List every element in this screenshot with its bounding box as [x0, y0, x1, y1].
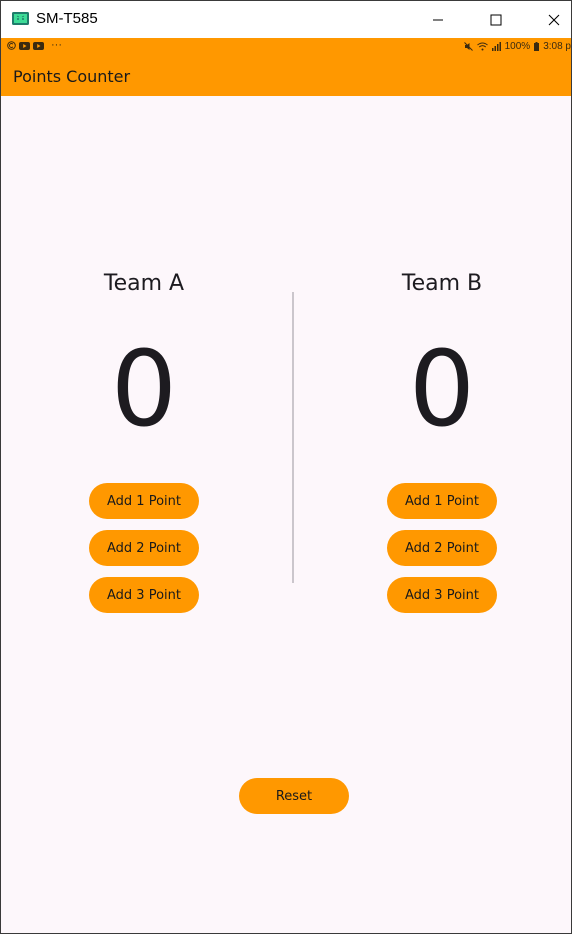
youtube-icon — [33, 41, 44, 50]
maximize-icon — [490, 14, 502, 25]
team-b-name: Team B — [401, 271, 483, 296]
team-a-add-3-button[interactable]: Add 3 Point — [89, 577, 199, 613]
clock: 3:08 p — [543, 41, 571, 52]
maximize-button[interactable] — [473, 1, 519, 38]
app-title: Points Counter — [13, 67, 131, 86]
close-button[interactable] — [531, 1, 572, 38]
team-a-column: Team A 0 Add 1 Point Add 2 Point Add 3 P… — [44, 269, 244, 613]
mute-icon — [463, 42, 473, 51]
emulator-window: SM-T585 ··· 100% 3:08 p Points Counter T… — [0, 0, 572, 934]
team-a-buttons: Add 1 Point Add 2 Point Add 3 Point — [44, 483, 244, 613]
notification-icons: ··· — [7, 39, 62, 51]
team-divider — [292, 292, 294, 583]
android-status-bar: ··· 100% 3:08 p — [1, 38, 571, 57]
minimize-icon — [433, 19, 443, 20]
battery-icon — [534, 42, 540, 51]
circle-c-icon — [7, 41, 16, 50]
more-dots-icon: ··· — [51, 39, 62, 51]
window-title: SM-T585 — [36, 10, 98, 27]
reset-button[interactable]: Reset — [239, 778, 349, 814]
battery-percent: 100% — [504, 41, 531, 52]
team-a-add-1-button[interactable]: Add 1 Point — [89, 483, 199, 519]
team-b-buttons: Add 1 Point Add 2 Point Add 3 Point — [342, 483, 542, 613]
close-icon — [548, 14, 560, 25]
app-bar: Points Counter — [1, 57, 571, 96]
team-b-score: 0 — [408, 328, 476, 450]
team-b-column: Team B 0 Add 1 Point Add 2 Point Add 3 P… — [342, 269, 542, 613]
team-b-add-2-button[interactable]: Add 2 Point — [387, 530, 497, 566]
team-a-name: Team A — [103, 271, 185, 296]
signal-icon — [491, 42, 501, 51]
youtube-icon — [19, 41, 30, 50]
team-a-score: 0 — [110, 328, 178, 450]
window-titlebar[interactable]: SM-T585 — [1, 1, 571, 38]
minimize-button[interactable] — [415, 1, 461, 38]
system-status-icons: 100% 3:08 p — [463, 41, 571, 52]
team-b-add-1-button[interactable]: Add 1 Point — [387, 483, 497, 519]
team-b-add-3-button[interactable]: Add 3 Point — [387, 577, 497, 613]
team-a-add-2-button[interactable]: Add 2 Point — [89, 530, 199, 566]
android-emulator-icon — [12, 12, 29, 25]
wifi-icon — [476, 42, 488, 51]
